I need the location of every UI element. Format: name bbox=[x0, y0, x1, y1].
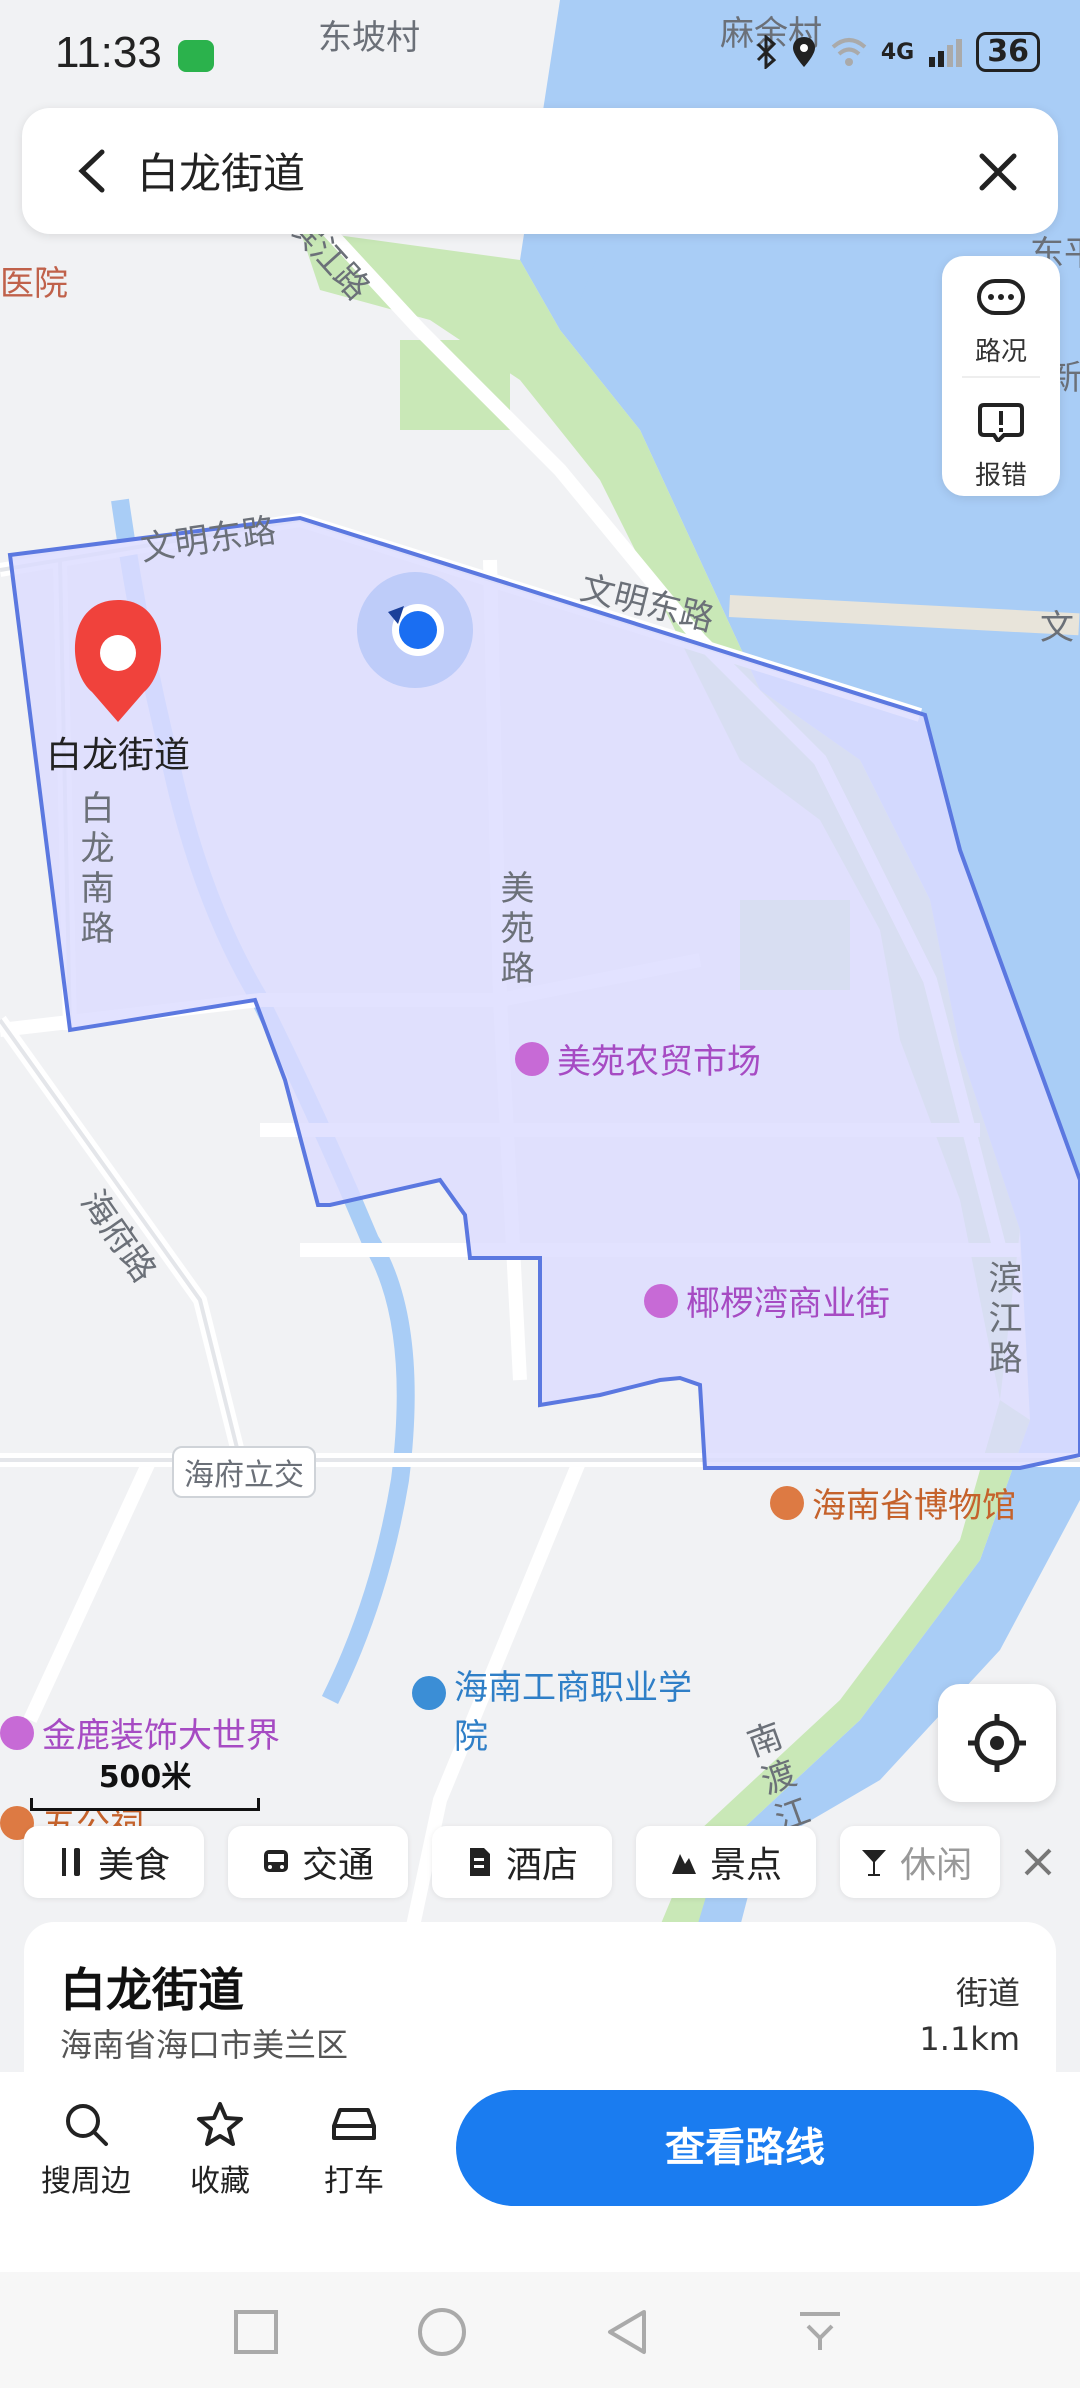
report-button[interactable]: 报错 bbox=[942, 402, 1060, 492]
cocktail-icon bbox=[862, 1850, 887, 1876]
map-scale: 500米 bbox=[30, 1752, 260, 1811]
hotel-icon bbox=[470, 1848, 491, 1876]
place-type: 街道 bbox=[955, 1974, 1020, 2012]
car-icon bbox=[332, 2108, 376, 2140]
status-time: 11:33 bbox=[55, 28, 162, 77]
poi-museum[interactable]: 海南省博物馆 bbox=[770, 1478, 1016, 1527]
road-label: 美苑路 bbox=[494, 870, 534, 990]
map-label: 医院 bbox=[0, 264, 68, 304]
poi-street[interactable]: 椰椤湾商业街 bbox=[644, 1276, 890, 1325]
report-label: 报错 bbox=[974, 461, 1027, 491]
system-nav-bar bbox=[0, 2272, 1080, 2388]
star-icon bbox=[197, 2102, 243, 2146]
shop-icon bbox=[0, 1715, 34, 1750]
category-bar: 美食 交通 酒店 景点 休闲 bbox=[24, 1826, 1080, 1898]
map-side-panel: 路况 报错 bbox=[942, 256, 1060, 496]
chip-food[interactable]: 美食 bbox=[24, 1826, 205, 1898]
search-title[interactable]: 白龙街道 bbox=[137, 140, 305, 201]
map-label: 文 bbox=[1040, 608, 1074, 648]
action-bar: 搜周边 收藏 打车 查看路线 bbox=[0, 2072, 1080, 2272]
poi-school[interactable]: 海南工商职业学院 bbox=[412, 1660, 692, 1758]
place-name: 白龙街道 bbox=[60, 1963, 244, 2017]
signal-icon bbox=[929, 39, 963, 67]
chip-label: 美食 bbox=[98, 1845, 171, 1886]
chip-hotel[interactable]: 酒店 bbox=[432, 1826, 613, 1898]
home-icon[interactable] bbox=[416, 2306, 468, 2358]
network-type: 4G bbox=[880, 39, 915, 65]
traffic-label: 路况 bbox=[974, 337, 1027, 367]
back-nav-icon[interactable] bbox=[604, 2308, 652, 2356]
traffic-button[interactable]: 路况 bbox=[942, 278, 1060, 368]
museum-icon bbox=[770, 1485, 804, 1520]
back-icon[interactable] bbox=[62, 138, 122, 204]
traffic-icon bbox=[977, 279, 1025, 315]
favorite-label: 收藏 bbox=[190, 2164, 250, 2199]
status-indicators: 4G 36 bbox=[755, 32, 1040, 72]
scale-label: 500米 bbox=[98, 1760, 192, 1795]
locate-button[interactable] bbox=[938, 1684, 1056, 1802]
road-label: 滨江路 bbox=[982, 1260, 1022, 1380]
road-label: 白龙南路 bbox=[74, 790, 114, 950]
place-distance: 1.1km bbox=[919, 2020, 1020, 2058]
search-icon bbox=[66, 2104, 108, 2146]
status-bar: 11:33 4G 36 bbox=[0, 0, 1080, 110]
divider bbox=[962, 376, 1040, 378]
pull-down-icon[interactable] bbox=[796, 2308, 844, 2356]
shop-icon bbox=[515, 1041, 549, 1076]
wifi-icon bbox=[831, 38, 867, 66]
chip-scenic[interactable]: 景点 bbox=[636, 1826, 817, 1898]
taxi-label: 打车 bbox=[324, 2164, 384, 2199]
search-bar[interactable]: 白龙街道 bbox=[22, 108, 1058, 234]
locate-icon bbox=[968, 1714, 1026, 1772]
place-card[interactable]: 白龙街道 海南省海口市美兰区 街道 1.1km bbox=[24, 1922, 1056, 2072]
place-address: 海南省海口市美兰区 bbox=[60, 2026, 349, 2064]
poi-decor[interactable]: 金鹿装饰大世界 bbox=[0, 1708, 280, 1757]
fork-knife-icon bbox=[62, 1848, 80, 1876]
location-icon bbox=[792, 37, 815, 67]
poi-name: 美苑农贸市场 bbox=[557, 1042, 761, 1082]
close-chips-icon[interactable] bbox=[1020, 1844, 1056, 1880]
chip-label: 景点 bbox=[710, 1845, 783, 1886]
chip-label: 休闲 bbox=[900, 1845, 973, 1886]
nearby-button[interactable]: 搜周边 bbox=[36, 2100, 136, 2200]
close-icon[interactable] bbox=[968, 138, 1028, 204]
chip-label: 交通 bbox=[302, 1845, 375, 1886]
interchange-label: 海府立交 bbox=[172, 1446, 316, 1498]
school-icon bbox=[412, 1676, 446, 1710]
chip-leisure[interactable]: 休闲 bbox=[840, 1826, 1001, 1898]
shop-icon bbox=[644, 1283, 678, 1318]
view-route-button[interactable]: 查看路线 bbox=[456, 2090, 1034, 2206]
bus-icon bbox=[264, 1850, 289, 1872]
poi-market[interactable]: 美苑农贸市场 bbox=[515, 1034, 761, 1083]
bluetooth-icon bbox=[756, 35, 777, 69]
recent-apps-icon[interactable] bbox=[232, 2308, 280, 2356]
mountain-icon bbox=[672, 1854, 697, 1874]
poi-name: 金鹿装饰大世界 bbox=[42, 1716, 280, 1756]
nearby-label: 搜周边 bbox=[41, 2164, 131, 2199]
wechat-icon bbox=[178, 40, 214, 72]
chip-label: 酒店 bbox=[506, 1845, 579, 1886]
poi-name: 海南工商职业学院 bbox=[454, 1668, 692, 1757]
poi-name: 海南省博物馆 bbox=[812, 1486, 1016, 1526]
poi-name: 椰椤湾商业街 bbox=[686, 1284, 890, 1324]
scale-bar bbox=[30, 1798, 260, 1811]
battery-indicator: 36 bbox=[976, 32, 1040, 72]
marker-label: 白龙街道 bbox=[46, 735, 191, 776]
report-icon bbox=[978, 403, 1024, 445]
chip-transport[interactable]: 交通 bbox=[228, 1826, 409, 1898]
taxi-button[interactable]: 打车 bbox=[304, 2100, 404, 2200]
favorite-button[interactable]: 收藏 bbox=[170, 2100, 270, 2200]
